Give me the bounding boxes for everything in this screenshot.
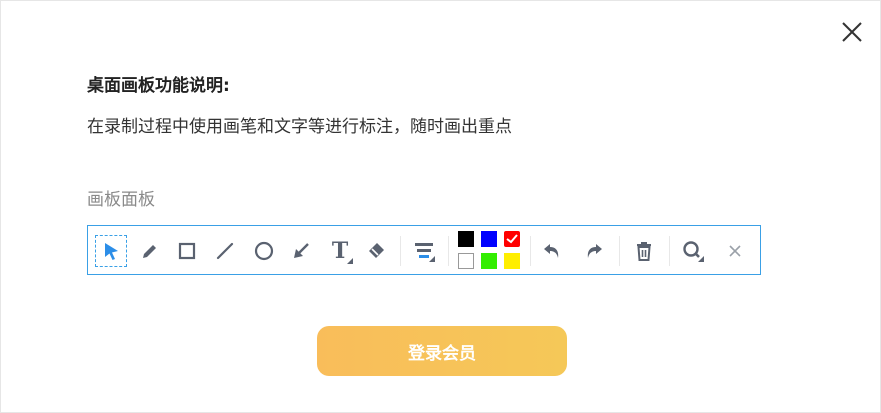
circle-icon — [254, 241, 274, 261]
pen-tool-button[interactable] — [134, 235, 166, 267]
zoom-button[interactable] — [677, 235, 709, 267]
circle-tool-button[interactable] — [248, 235, 280, 267]
close-icon — [729, 245, 741, 257]
rectangle-icon — [178, 242, 196, 260]
toolbar-divider — [619, 236, 620, 266]
color-swatch-green[interactable] — [481, 253, 497, 269]
close-icon — [842, 22, 862, 42]
line-width-icon — [415, 243, 435, 262]
line-width-button[interactable] — [408, 235, 440, 267]
trash-icon — [637, 242, 651, 261]
dialog-close-button[interactable] — [839, 19, 865, 45]
feature-dialog: 桌面画板功能说明: 在录制过程中使用画笔和文字等进行标注，随时画出重点 画板面板 — [0, 0, 881, 413]
toolbar-close-button[interactable] — [719, 235, 751, 267]
arrow-tool-button[interactable] — [285, 235, 317, 267]
dropdown-corner-icon — [347, 258, 353, 264]
cursor-arrow-icon — [105, 243, 118, 260]
text-icon: T — [331, 238, 349, 264]
undo-icon — [544, 244, 559, 258]
rectangle-tool-button[interactable] — [171, 235, 203, 267]
arrow-icon — [294, 243, 309, 258]
undo-button[interactable] — [536, 235, 568, 267]
color-swatch-red[interactable] — [504, 231, 520, 247]
eraser-tool-button[interactable] — [360, 235, 392, 267]
magnifier-icon — [683, 241, 704, 262]
redo-icon — [587, 244, 602, 258]
text-tool-button[interactable]: T — [324, 235, 356, 267]
color-swatch-black[interactable] — [458, 231, 474, 247]
toolbar-divider — [669, 236, 670, 266]
toolbar-divider — [530, 236, 531, 266]
checkmark-icon — [506, 234, 518, 244]
toolbar-divider — [448, 236, 449, 266]
eraser-icon — [369, 243, 384, 258]
color-swatch-yellow[interactable] — [504, 253, 520, 269]
select-tool-button[interactable] — [95, 235, 127, 267]
color-swatch-blue[interactable] — [481, 231, 497, 247]
panel-label: 画板面板 — [87, 190, 155, 210]
line-icon — [216, 242, 234, 260]
pen-icon — [143, 245, 156, 258]
login-member-button[interactable]: 登录会员 — [317, 326, 567, 376]
line-tool-button[interactable] — [209, 235, 241, 267]
redo-button[interactable] — [578, 235, 610, 267]
dialog-description: 在录制过程中使用画笔和文字等进行标注，随时画出重点 — [87, 117, 512, 137]
toolbar-divider — [400, 236, 401, 266]
color-swatch-white[interactable] — [458, 253, 474, 269]
delete-button[interactable] — [628, 235, 660, 267]
dialog-heading: 桌面画板功能说明: — [87, 76, 230, 96]
drawing-toolbar: T — [87, 225, 761, 275]
